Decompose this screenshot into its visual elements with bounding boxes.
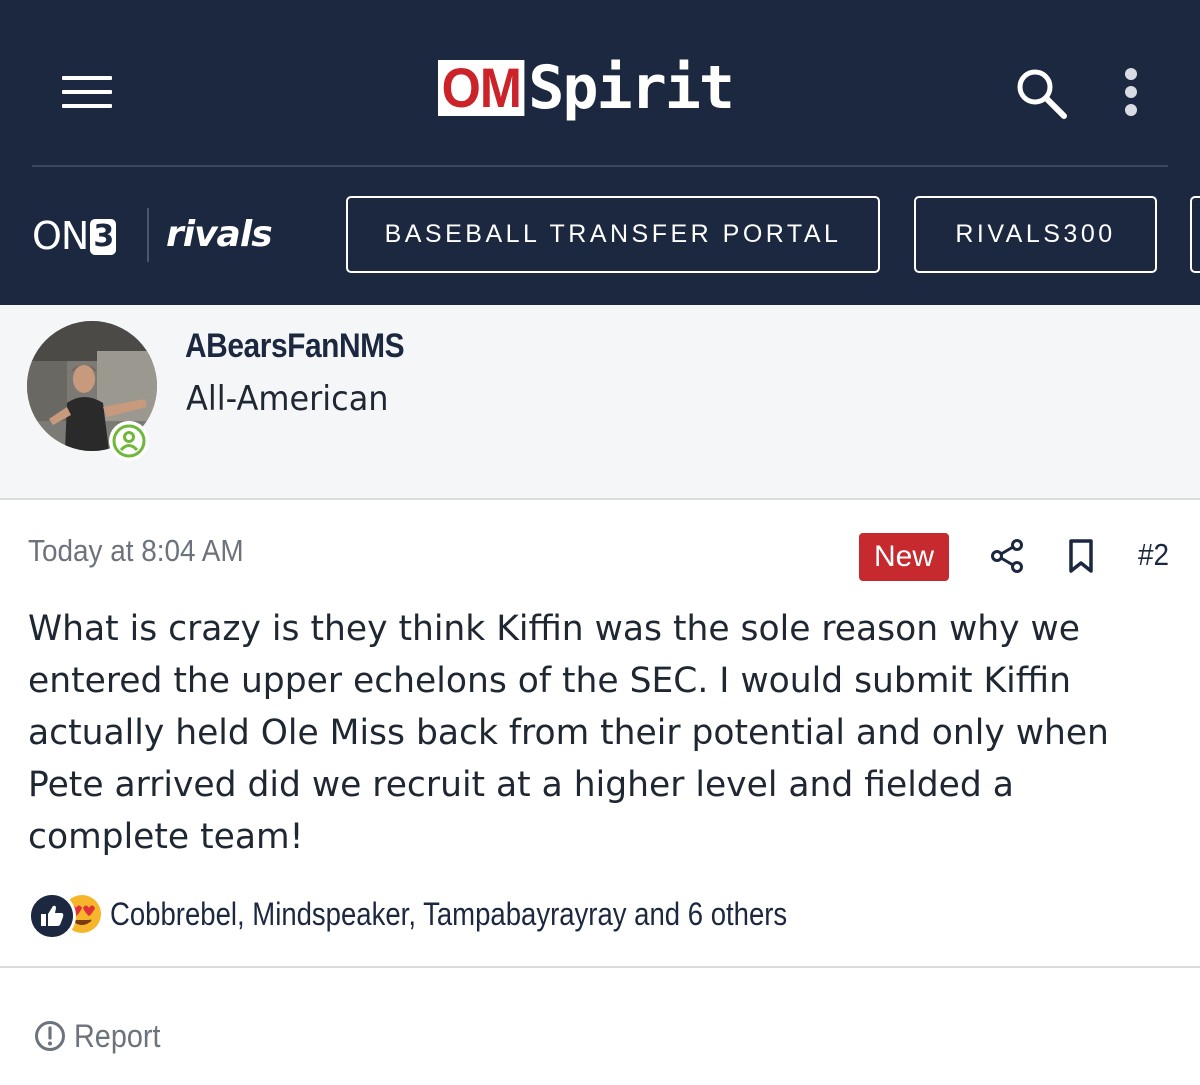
on3-suffix: 3 (90, 219, 117, 255)
post-number-link[interactable]: #2 (1138, 537, 1169, 573)
report-button[interactable]: Report (34, 1016, 170, 1056)
nav-button-rivals300[interactable]: RIVALS300 (914, 196, 1157, 273)
rivals-logo[interactable]: rivals (166, 214, 273, 255)
logo-om-text: OM (438, 60, 525, 116)
reaction-names-link[interactable]: Cobbrebel, Mindspeaker, Tampabayrayray a… (110, 896, 787, 933)
site-header: OM Spirit ON 3 rivals BASEBALL TRANSFER P… (0, 0, 1200, 305)
online-status-icon (109, 421, 149, 461)
like-icon (28, 892, 76, 940)
search-icon[interactable] (1014, 66, 1068, 120)
nav-button-baseball-transfer-portal[interactable]: BASEBALL TRANSFER PORTAL (346, 196, 880, 273)
nav-button-next[interactable] (1190, 196, 1200, 273)
username-link[interactable]: ABearsFanNMS (185, 327, 405, 366)
post-body: What is crazy is they think Kiffin was t… (28, 609, 1109, 857)
header-divider (32, 165, 1168, 167)
more-vertical-icon[interactable] (1118, 68, 1144, 118)
logo-spirit-text: Spirit (528, 53, 735, 123)
bookmark-icon[interactable] (1068, 538, 1094, 574)
post-author-block: ABearsFanNMS All-American (0, 305, 1200, 500)
report-icon (35, 1021, 65, 1051)
brand-separator (147, 208, 149, 262)
post-date[interactable]: Today at 8:04 AM (28, 533, 244, 569)
site-logo[interactable]: OM Spirit (438, 53, 735, 123)
user-title: All-American (186, 379, 389, 419)
on3-logo[interactable]: ON 3 (32, 214, 117, 258)
new-badge: New (859, 533, 949, 581)
menu-icon[interactable] (62, 74, 112, 110)
report-label: Report (74, 1017, 161, 1054)
post-footer-divider (0, 966, 1200, 968)
on3-prefix: ON (32, 214, 89, 258)
share-icon[interactable] (990, 538, 1024, 574)
